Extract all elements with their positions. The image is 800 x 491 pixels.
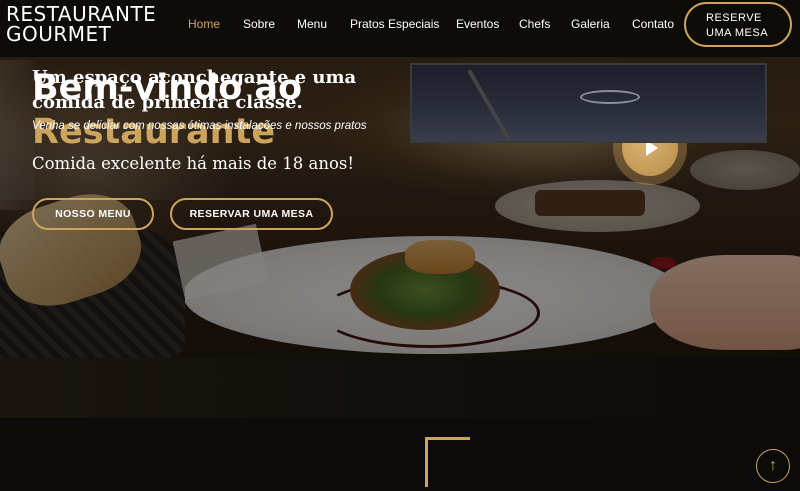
nav-item-home[interactable]: Home	[188, 17, 220, 31]
nav-item-sobre[interactable]: Sobre	[243, 17, 275, 31]
nav-item-pratos-especiais[interactable]: Pratos Especiais	[350, 17, 439, 31]
about-text: Venha se deliciar com nossas ótimas inst…	[32, 120, 367, 132]
logo-line-1: RESTAURANTE	[6, 2, 157, 26]
about-title: Um espaço aconchegante e uma comida de p…	[32, 67, 357, 113]
hero-title-line-2: Restaurante	[32, 112, 276, 152]
about-photo	[410, 63, 767, 143]
about-photo-corner-decoration	[425, 437, 470, 487]
book-table-button[interactable]: RESERVAR UMA MESA	[170, 198, 333, 230]
arrow-up-icon: ↑	[769, 457, 777, 474]
our-menu-button[interactable]: NOSSO MENU	[32, 198, 154, 230]
nav-item-contato[interactable]: Contato	[632, 17, 674, 31]
nav-item-eventos[interactable]: Eventos	[456, 17, 499, 31]
site-logo[interactable]: RESTAURANTE GOURMET	[6, 4, 156, 44]
about-section	[0, 358, 800, 491]
site-header: RESTAURANTE GOURMET Home Sobre Menu Prat…	[0, 0, 800, 58]
reserve-button-line-1: RESERVE	[706, 12, 762, 24]
reserve-table-button[interactable]: RESERVE UMA MESA	[684, 2, 792, 47]
scroll-to-top-button[interactable]: ↑	[756, 449, 790, 483]
nav-item-menu[interactable]: Menu	[297, 17, 327, 31]
reserve-button-line-2: UMA MESA	[706, 27, 769, 39]
hero-subtitle: Comida excelente há mais de 18 anos!	[32, 154, 354, 173]
about-background-image	[0, 358, 800, 418]
logo-line-2: GOURMET	[6, 22, 112, 46]
nav-item-galeria[interactable]: Galeria	[571, 17, 610, 31]
nav-item-chefs[interactable]: Chefs	[519, 17, 550, 31]
